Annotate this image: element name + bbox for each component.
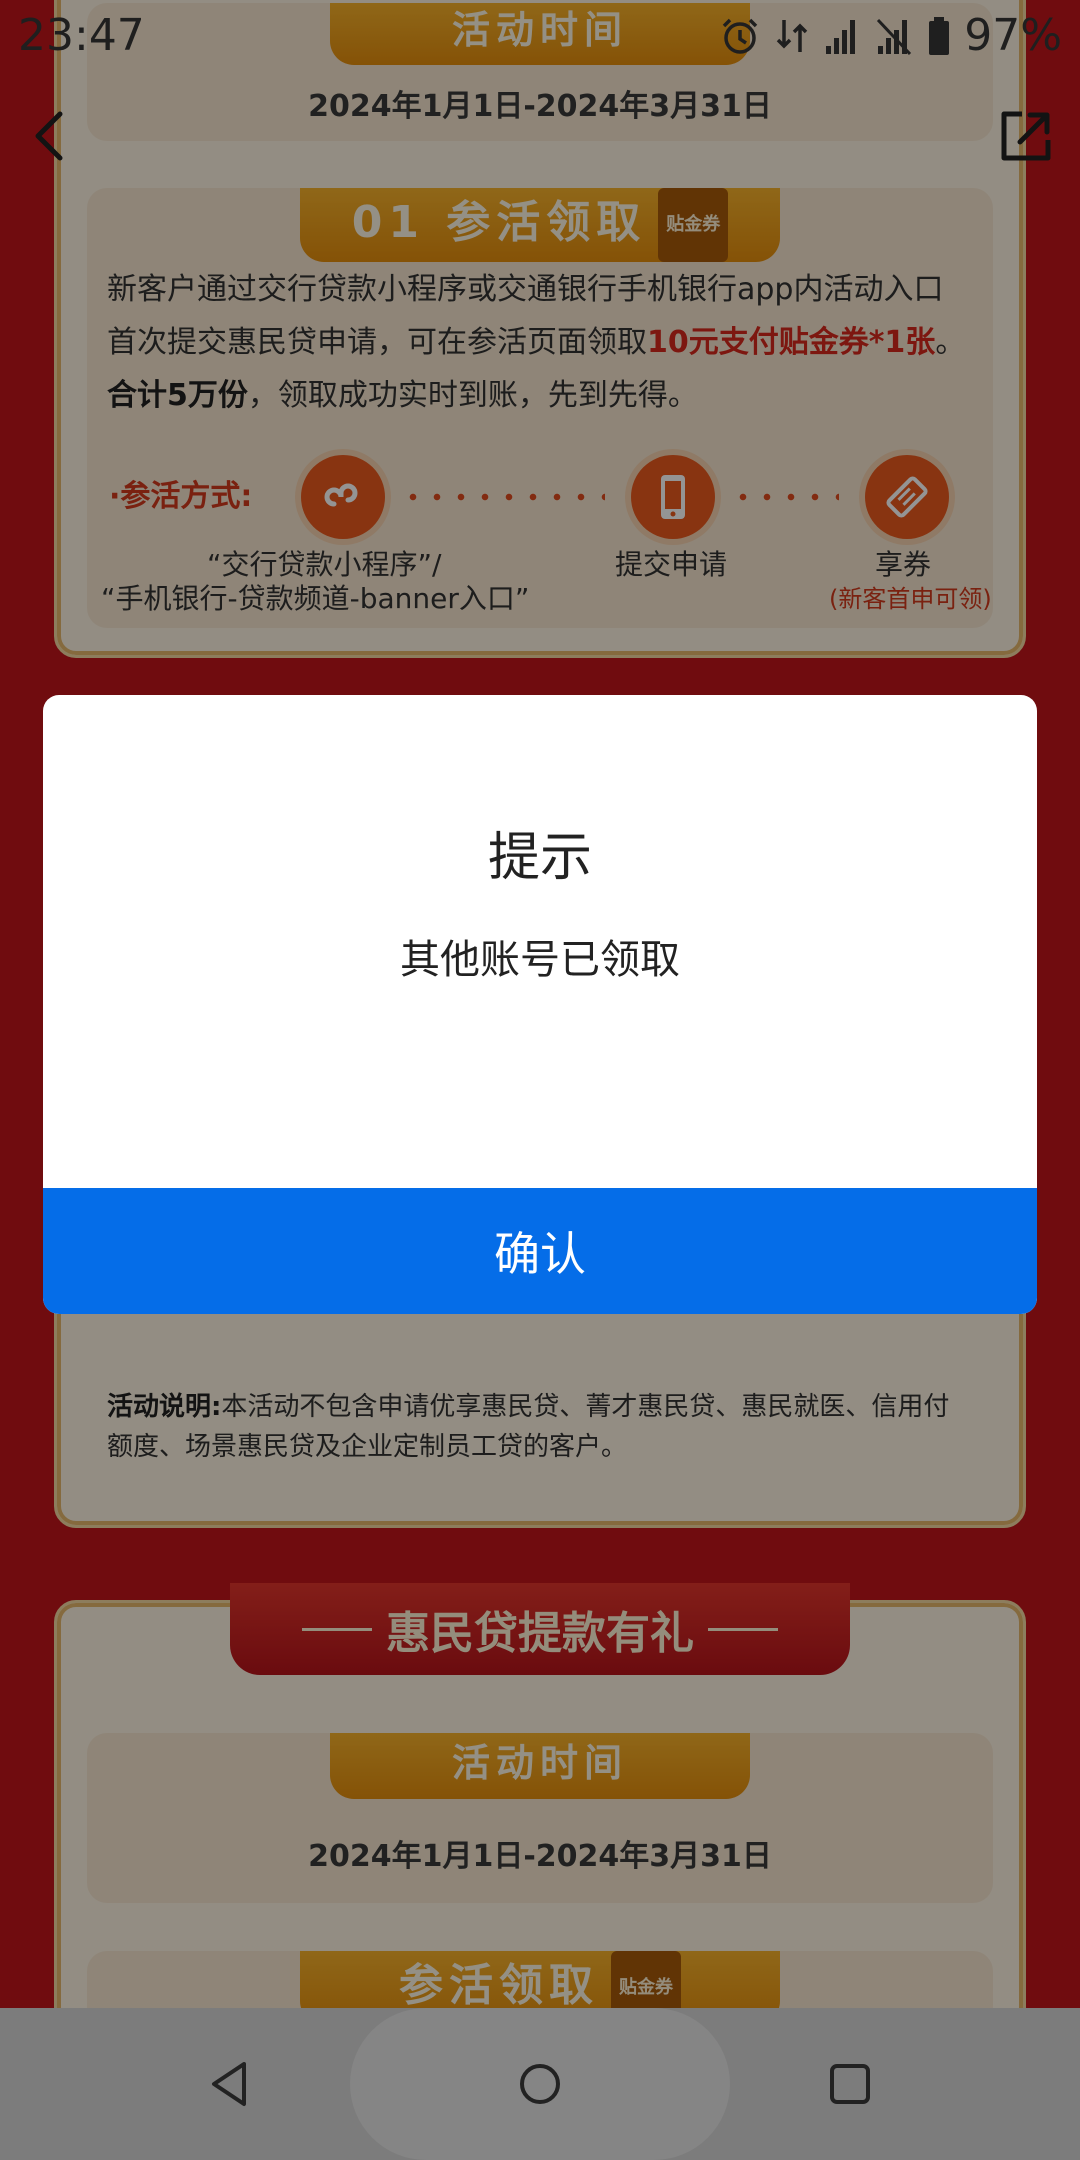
data-arrows-icon bbox=[776, 19, 808, 52]
status-icons: 97% bbox=[720, 10, 1062, 61]
triangle-back-icon[interactable] bbox=[202, 2056, 258, 2112]
alert-dialog: 提示 其他账号已领取 确认 bbox=[43, 695, 1037, 1314]
status-time: 23:47 bbox=[18, 10, 145, 61]
battery-icon bbox=[929, 16, 950, 55]
status-bar: 23:47 97% bbox=[0, 0, 1080, 72]
circle-home-icon[interactable] bbox=[512, 2056, 568, 2112]
alarm-icon bbox=[722, 18, 758, 54]
signal-no-service-icon bbox=[877, 18, 912, 55]
dialog-message: 其他账号已领取 bbox=[400, 937, 680, 983]
signal-icon bbox=[826, 19, 856, 54]
dialog-title: 提示 bbox=[487, 828, 592, 888]
confirm-button[interactable]: 确认 bbox=[43, 1188, 1037, 1314]
system-nav-bar bbox=[0, 2008, 1080, 2160]
battery-percent: 97% bbox=[964, 10, 1062, 61]
square-recents-icon[interactable] bbox=[822, 2056, 878, 2112]
